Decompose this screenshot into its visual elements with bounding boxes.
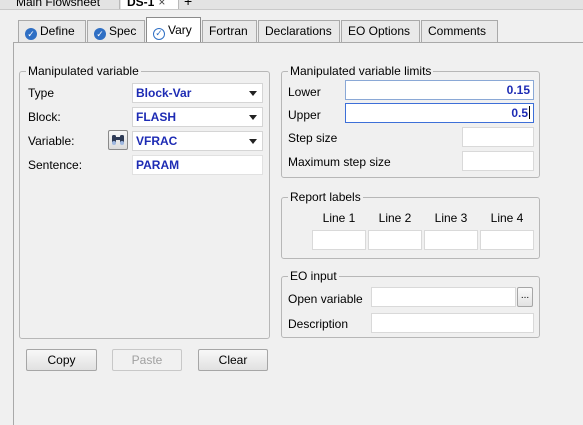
tab-main-flowsheet[interactable]: Main Flowsheet [10, 0, 120, 9]
tab-main-flowsheet-label: Main Flowsheet [16, 0, 101, 9]
open-variable-input[interactable] [371, 287, 516, 307]
tab-comments[interactable]: Comments [421, 20, 498, 42]
tab-define-label: Define [40, 24, 75, 38]
eo-input-title: EO input [288, 269, 339, 283]
find-variable-button[interactable] [108, 130, 128, 150]
line-1-header: Line 1 [322, 211, 356, 225]
check-complete-icon: ✓ [94, 28, 106, 40]
tab-eo-options[interactable]: EO Options [341, 20, 420, 42]
type-dropdown[interactable]: Block-Var [132, 83, 263, 103]
step-size-input[interactable] [462, 127, 534, 147]
dropdown-arrow-icon [249, 139, 257, 144]
tab-ds-1[interactable]: DS-1 × [121, 0, 179, 9]
limits-title: Manipulated variable limits [288, 64, 434, 78]
tab-fortran[interactable]: Fortran [202, 20, 257, 42]
max-step-size-input[interactable] [462, 151, 534, 171]
ellipsis-icon: ... [520, 290, 530, 301]
browse-button[interactable]: ... [517, 287, 533, 307]
tab-eo-options-label: EO Options [348, 24, 411, 38]
add-tab-button[interactable]: + [181, 0, 197, 9]
description-label: Description [288, 317, 349, 331]
line-3-header: Line 3 [434, 211, 468, 225]
report-line-2-input[interactable] [368, 230, 422, 250]
tab-vary-label: Vary [168, 23, 192, 37]
report-labels-title: Report labels [288, 190, 363, 204]
check-complete-icon: ✓ [153, 28, 165, 40]
report-line-4-input[interactable] [480, 230, 534, 250]
copy-button[interactable]: Copy [26, 349, 97, 371]
report-line-3-input[interactable] [424, 230, 478, 250]
document-tab-strip: Main Flowsheet DS-1 × + [0, 0, 583, 10]
check-complete-icon: ✓ [25, 28, 37, 40]
tab-declarations[interactable]: Declarations [258, 20, 340, 42]
clear-button-label: Clear [218, 353, 248, 367]
tab-spec-label: Spec [109, 24, 137, 38]
upper-limit-input[interactable]: 0.5 [345, 103, 534, 123]
tab-comments-label: Comments [428, 24, 487, 38]
dropdown-arrow-icon [249, 115, 257, 120]
tab-ds-1-label: DS-1 [127, 0, 155, 9]
tab-vary[interactable]: ✓ Vary [146, 17, 201, 42]
description-input[interactable] [371, 313, 534, 333]
plus-icon: + [184, 0, 193, 9]
copy-button-label: Copy [47, 353, 76, 367]
sentence-label: Sentence: [28, 158, 83, 172]
tab-fortran-label: Fortran [209, 24, 248, 38]
paste-button[interactable]: Paste [112, 349, 182, 371]
upper-label: Upper [288, 108, 321, 122]
manipulated-variable-title: Manipulated variable [26, 64, 141, 78]
variable-dropdown[interactable]: VFRAC [132, 131, 263, 151]
type-value: Block-Var [136, 86, 192, 100]
step-size-label: Step size [288, 131, 338, 145]
variable-label: Variable: [28, 134, 75, 148]
clear-button[interactable]: Clear [198, 349, 268, 371]
block-value: FLASH [136, 110, 176, 124]
line-4-header: Line 4 [490, 211, 524, 225]
close-icon[interactable]: × [158, 0, 165, 9]
tab-declarations-label: Declarations [265, 24, 332, 38]
dropdown-arrow-icon [249, 91, 257, 96]
block-dropdown[interactable]: FLASH [132, 107, 263, 127]
lower-limit-input[interactable]: 0.15 [345, 80, 534, 100]
lower-limit-value: 0.15 [506, 83, 530, 97]
max-step-size-label: Maximum step size [288, 155, 391, 169]
type-label: Type [28, 86, 55, 100]
text-cursor [529, 106, 530, 119]
line-2-header: Line 2 [378, 211, 412, 225]
binoculars-icon [112, 135, 124, 145]
upper-limit-value: 0.5 [511, 106, 528, 120]
report-line-1-input[interactable] [312, 230, 366, 250]
sentence-value: PARAM [136, 158, 180, 172]
block-label: Block: [28, 110, 61, 124]
tab-spec[interactable]: ✓ Spec [87, 20, 145, 42]
tab-define[interactable]: ✓ Define [18, 20, 86, 42]
sentence-field[interactable]: PARAM [132, 155, 263, 175]
paste-button-label: Paste [131, 353, 163, 367]
lower-label: Lower [288, 85, 321, 99]
open-variable-label: Open variable [288, 292, 363, 306]
variable-value: VFRAC [136, 134, 178, 148]
